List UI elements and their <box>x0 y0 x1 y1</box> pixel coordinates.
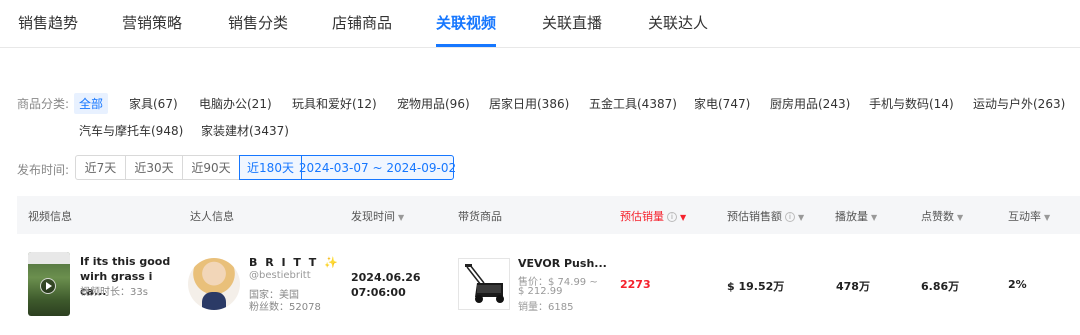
col-publish-time[interactable]: 发现时间 ▼ <box>351 208 404 224</box>
col-est-sales[interactable]: 预估销量 i ▼ <box>620 208 686 224</box>
col-likes-label: 点赞数 <box>921 210 954 223</box>
col-est-revenue[interactable]: 预估销售额 i ▼ <box>727 208 804 224</box>
category-item[interactable]: 电脑办公(21) <box>199 95 272 112</box>
top-tabs: 销售趋势 营销策略 销售分类 店铺商品 关联视频 关联直播 关联达人 <box>0 0 1080 48</box>
thumbnail-banner <box>28 252 70 264</box>
tab-related-videos[interactable]: 关联视频 <box>436 12 496 33</box>
likes-value: 6.86万 <box>921 280 960 293</box>
active-tab-indicator <box>436 44 496 47</box>
category-item[interactable]: 手机与数码(14) <box>869 95 954 112</box>
col-publish-time-label: 发现时间 <box>351 210 395 223</box>
tab-related-live[interactable]: 关联直播 <box>542 12 602 33</box>
col-est-sales-label: 预估销量 <box>620 210 664 223</box>
col-influencer-info: 达人信息 <box>190 210 234 223</box>
influencer-fans: 粉丝数：52078 <box>249 302 321 313</box>
tab-sales-category[interactable]: 销售分类 <box>228 12 288 33</box>
tab-store-products[interactable]: 店铺商品 <box>332 12 392 33</box>
category-item[interactable]: 家电(747) <box>694 95 750 112</box>
sort-desc-icon: ▼ <box>680 213 687 222</box>
plays-value: 478万 <box>836 280 870 293</box>
category-filter-label: 商品分类: <box>17 97 70 111</box>
sort-icon: ▼ <box>1044 213 1051 222</box>
sort-icon: ▼ <box>798 213 805 222</box>
category-item[interactable]: 家装建材(3437) <box>201 122 289 139</box>
publish-clock: 07:06:00 <box>351 286 406 299</box>
col-est-revenue-label: 预估销售额 <box>727 210 782 223</box>
tab-related-influencers[interactable]: 关联达人 <box>648 12 708 33</box>
product-title[interactable]: VEVOR Push... <box>518 257 607 270</box>
category-item[interactable]: 五金工具(4387) <box>589 95 677 112</box>
range-180d-button[interactable]: 近180天 <box>239 155 302 180</box>
category-all[interactable]: 全部 <box>74 93 109 114</box>
range-90d-button[interactable]: 近90天 <box>182 155 240 180</box>
avatar-figure <box>202 292 226 310</box>
influencer-name[interactable]: B R I T T ✨ <box>249 256 340 269</box>
product-thumbnail[interactable] <box>458 258 510 310</box>
category-item[interactable]: 居家日用(386) <box>489 95 569 112</box>
video-duration: 视频时长：33s <box>80 287 148 298</box>
col-engagement-label: 互动率 <box>1008 210 1041 223</box>
col-product: 带货商品 <box>458 210 502 223</box>
col-video-info: 视频信息 <box>28 210 72 223</box>
category-item[interactable]: 运动与户外(263) <box>973 95 1065 112</box>
category-item[interactable]: 汽车与摩托车(948) <box>79 122 183 139</box>
video-thumbnail[interactable] <box>28 252 70 316</box>
engagement-value: 2% <box>1008 278 1027 291</box>
publish-time-label: 发布时间: <box>17 163 70 177</box>
lawn-sweeper-image <box>465 264 504 303</box>
sort-icon: ▼ <box>957 213 964 222</box>
play-icon[interactable] <box>40 278 56 294</box>
category-item[interactable]: 玩具和爱好(12) <box>292 95 377 112</box>
est-revenue-value: $ 19.52万 <box>727 280 785 293</box>
col-engagement[interactable]: 互动率 ▼ <box>1008 208 1050 224</box>
col-likes[interactable]: 点赞数 ▼ <box>921 208 963 224</box>
influencer-handle: @bestiebritt <box>249 270 311 281</box>
date-range-picker[interactable]: 2024-03-07 ~ 2024-09-02 <box>299 155 456 180</box>
tab-sales-trend[interactable]: 销售趋势 <box>18 12 78 33</box>
table-header: 视频信息 达人信息 发现时间 ▼ 带货商品 预估销量 i ▼ 预估销售额 i ▼ 播放量 ▼… <box>17 196 1080 234</box>
sort-icon: ▼ <box>871 213 878 222</box>
product-price-max: $ 212.99 <box>518 286 563 297</box>
category-item[interactable]: 家具(67) <box>129 95 178 112</box>
info-icon[interactable]: i <box>667 212 677 222</box>
range-30d-button[interactable]: 近30天 <box>125 155 183 180</box>
info-icon[interactable]: i <box>785 212 795 222</box>
est-sales-value: 2273 <box>620 278 651 291</box>
influencer-avatar[interactable] <box>188 258 240 310</box>
category-item[interactable]: 厨房用品(243) <box>770 95 850 112</box>
col-plays[interactable]: 播放量 ▼ <box>835 208 877 224</box>
publish-date: 2024.06.26 <box>351 271 421 284</box>
category-item[interactable]: 宠物用品(96) <box>397 95 470 112</box>
col-plays-label: 播放量 <box>835 210 868 223</box>
tab-marketing-strategy[interactable]: 营销策略 <box>122 12 182 33</box>
product-sales: 销量：6185 <box>518 302 574 313</box>
range-7d-button[interactable]: 近7天 <box>75 155 126 180</box>
sort-icon: ▼ <box>398 213 405 222</box>
